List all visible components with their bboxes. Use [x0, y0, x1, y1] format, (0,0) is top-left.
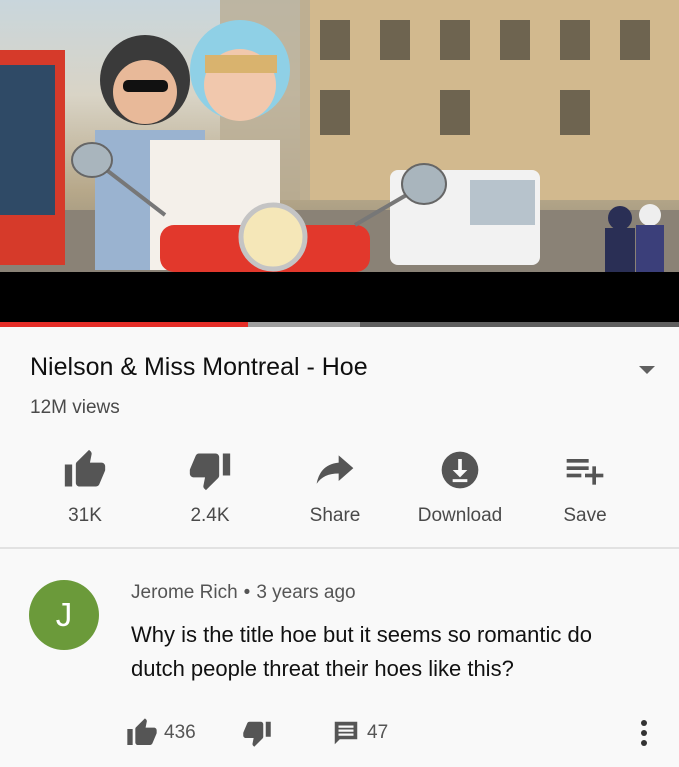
- like-button[interactable]: 31K: [30, 440, 140, 527]
- chevron-down-icon[interactable]: [636, 362, 658, 378]
- share-icon: [316, 455, 354, 484]
- like-count: 31K: [68, 505, 102, 526]
- comment-text: Why is the title hoe but it seems so rom…: [131, 622, 592, 681]
- video-frame: [0, 0, 679, 272]
- thumbs-down-icon: [243, 721, 271, 747]
- save-to-playlist-icon: [566, 459, 604, 485]
- view-count: 12M views: [30, 397, 120, 418]
- save-label: Save: [563, 505, 607, 526]
- thumbs-up-icon: [64, 449, 106, 487]
- download-label: Download: [417, 505, 503, 526]
- video-action-bar: 31K 2.4K Share Download Save: [30, 440, 650, 530]
- progress-played: [0, 322, 248, 327]
- share-label: Share: [309, 505, 361, 526]
- comment-reply-count: 47: [367, 722, 389, 743]
- more-vert-icon[interactable]: [636, 718, 652, 748]
- comment-like-count: 436: [164, 722, 196, 743]
- comment-icon: [334, 721, 358, 745]
- meta-separator: •: [243, 582, 251, 603]
- comment-dislike-button[interactable]: [242, 716, 272, 750]
- thumbs-up-icon: [127, 718, 157, 745]
- comment-reply-button[interactable]: 47: [331, 716, 388, 750]
- comment-like-button[interactable]: 436: [126, 716, 196, 750]
- dislike-button[interactable]: 2.4K: [155, 440, 265, 527]
- save-button[interactable]: Save: [530, 440, 640, 527]
- download-button[interactable]: Download: [405, 440, 515, 527]
- video-letterbox: [0, 272, 679, 322]
- comment-action-bar: 436 47: [126, 716, 666, 750]
- comment-meta: Jerome Rich • 3 years ago: [131, 582, 356, 604]
- video-progress-bar[interactable]: [0, 322, 679, 327]
- thumbs-down-icon: [189, 453, 231, 491]
- video-player[interactable]: [0, 0, 679, 272]
- download-icon: [441, 451, 479, 489]
- comment-author[interactable]: Jerome Rich: [131, 582, 238, 603]
- dislike-count: 2.4K: [190, 505, 230, 526]
- section-divider: [0, 547, 679, 549]
- comment-time: 3 years ago: [256, 582, 356, 603]
- avatar[interactable]: J: [29, 580, 99, 650]
- share-button[interactable]: Share: [280, 440, 390, 527]
- video-title[interactable]: Nielson & Miss Montreal - Hoe: [30, 350, 610, 384]
